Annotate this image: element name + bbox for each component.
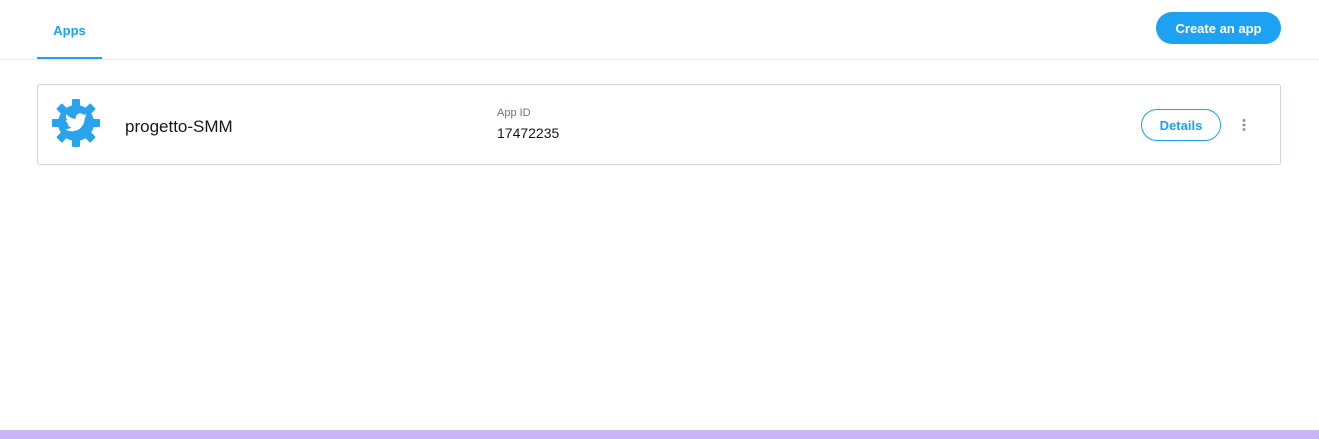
- details-button[interactable]: Details: [1141, 109, 1221, 141]
- app-name[interactable]: progetto-SMM: [125, 117, 233, 137]
- twitter-gear-icon: [52, 99, 100, 147]
- page-header: Apps Create an app: [0, 0, 1319, 60]
- app-id-value: 17472235: [497, 125, 560, 141]
- active-tab-indicator: [37, 57, 102, 59]
- developer-apps-page: Apps Create an app progetto-SMM App ID 1…: [0, 0, 1319, 439]
- bottom-accent-bar: [0, 430, 1319, 439]
- tab-apps[interactable]: Apps: [37, 0, 102, 60]
- app-card: progetto-SMM App ID 17472235 Details: [37, 84, 1281, 165]
- create-app-button[interactable]: Create an app: [1156, 12, 1281, 44]
- vertical-ellipsis-icon[interactable]: [1236, 115, 1252, 135]
- app-id-label: App ID: [497, 107, 531, 119]
